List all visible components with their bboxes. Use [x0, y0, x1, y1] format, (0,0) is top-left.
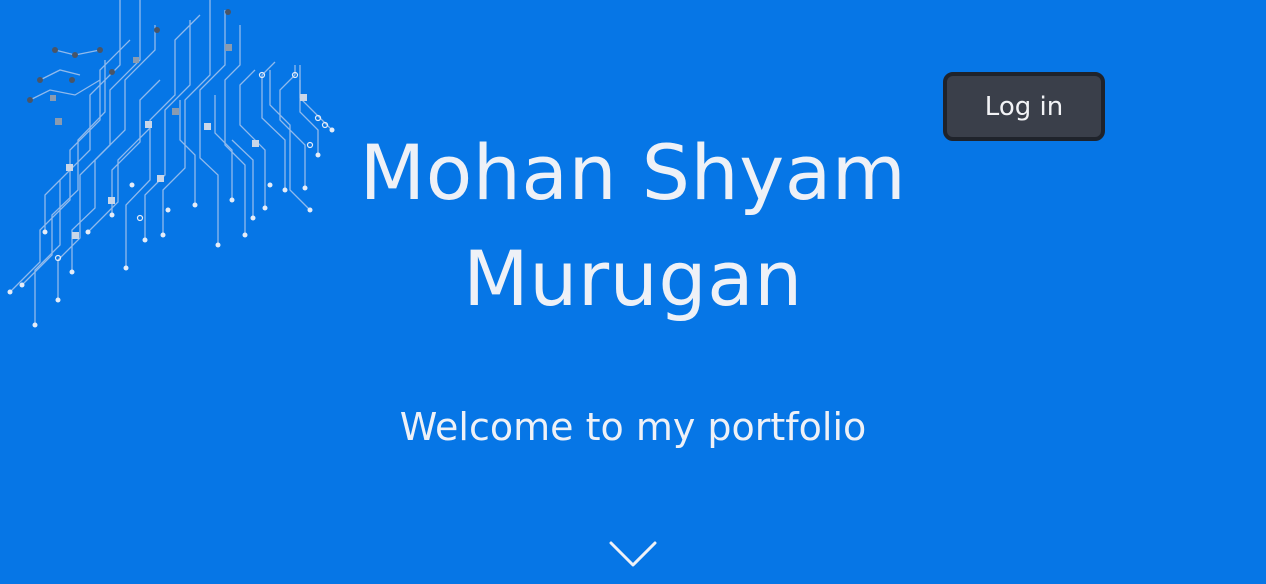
chevron-down-icon[interactable] [608, 538, 658, 570]
login-button[interactable]: Log in [943, 72, 1105, 141]
page-title: Mohan Shyam Murugan [333, 120, 933, 332]
name-line-2: Murugan [463, 234, 803, 323]
hero-section: Mohan Shyam Murugan Welcome to my portfo… [0, 0, 1266, 584]
circuit-board-icon [7, 0, 335, 328]
name-line-1: Mohan Shyam [359, 128, 907, 217]
welcome-text: Welcome to my portfolio [399, 405, 867, 449]
